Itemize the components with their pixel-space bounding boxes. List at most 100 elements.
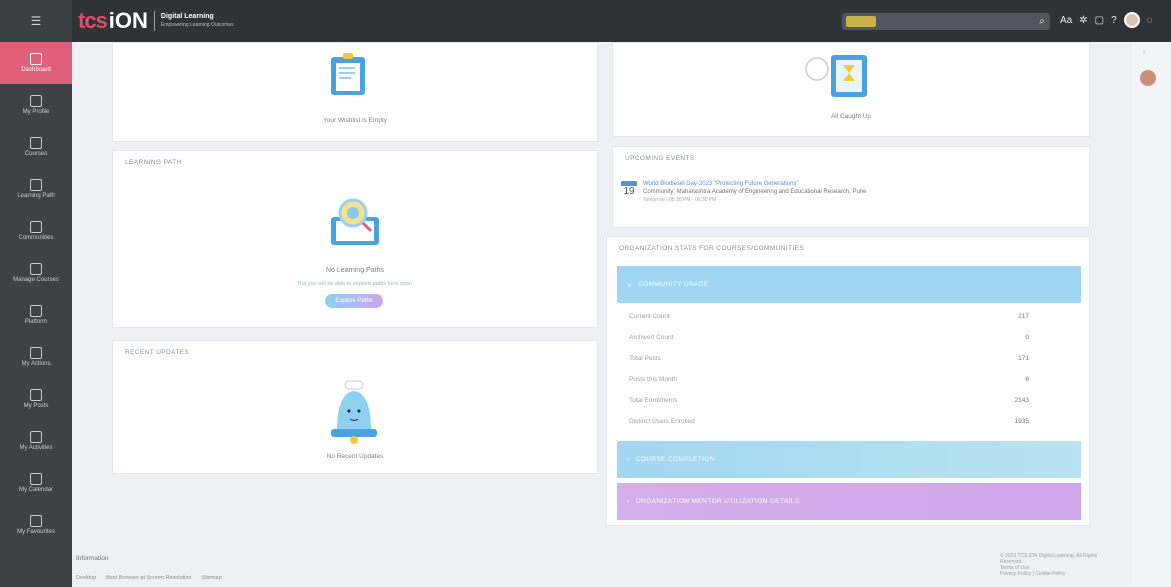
app-logo[interactable]: tcs iON Digital Learning Empowering Lear… [78,0,234,42]
stats-value: 0 [1025,334,1029,341]
stats-label: Distinct Users Enrolled [629,418,695,425]
hamburger-menu-button[interactable]: ☰ [0,0,72,42]
stats-value: 2143 [1014,397,1029,404]
sidebar: Dashboard My Profile Courses Learning Pa… [0,42,72,587]
stats-label: Total Enrolments [629,397,678,404]
sidebar-item-my-favourites[interactable]: My Favourites [0,504,72,546]
sidebar-item-label: My Activities [19,445,53,451]
footer-link-browser[interactable]: Best Browser at Screen Resolution [106,575,191,581]
help-icon[interactable]: ? [1111,15,1117,26]
sidebar-item-my-posts[interactable]: My Posts [0,378,72,420]
edit-icon [30,389,42,401]
search-box: ⌕ [842,13,1050,30]
top-right-actions: Aa ✲ ▢ ? ◌ [1060,12,1153,28]
dashboard-icon [30,53,42,65]
privacy-link[interactable]: Privacy Policy | Cookie Policy [1000,571,1110,577]
grid-icon [30,305,42,317]
stats-row: Current Count 217 [629,313,1029,320]
actions-icon [30,347,42,359]
top-bar: ☰ tcs iON Digital Learning Empowering Le… [0,0,1171,42]
sidebar-item-label: My Profile [22,109,50,115]
sidebar-item-manage-courses[interactable]: Manage Courses [0,252,72,294]
footer-link-sitemap[interactable]: Sitemap [201,575,221,581]
power-icon[interactable]: ◌ [1147,15,1153,26]
user-avatar[interactable] [1123,12,1140,28]
sidebar-item-label: My Actions [21,361,51,367]
upcoming-events-title: UPCOMING EVENTS [625,155,695,162]
event-time: Tomorrow | 05:30 PM - 06:30 PM [643,197,717,203]
calendar-icon [30,473,42,485]
font-size-icon[interactable]: Aa [1060,15,1072,26]
stats-value: 1935 [1014,418,1029,425]
community-usage-accordion[interactable]: ∨ COMMUNITY USAGE [617,266,1081,303]
chevron-right-icon: › [627,456,630,463]
logo-divider [153,11,155,31]
sidebar-item-my-calendar[interactable]: My Calendar [0,462,72,504]
org-mentor-accordion[interactable]: › ORGANIZATION MENTOR UTILIZATION DETAIL… [617,483,1081,520]
sidebar-item-my-profile[interactable]: My Profile [0,84,72,126]
sidebar-item-my-activities[interactable]: My Activities [0,420,72,462]
stats-value: 6 [1025,376,1029,383]
logo-tagline-line2: Empowering Learning Outcomes [160,22,234,28]
menu-icon: ☰ [30,14,42,28]
learning-path-illustration [331,198,379,245]
org-mentor-label: ORGANIZATION MENTOR UTILIZATION DETAILS [635,498,800,505]
bell-illustration [331,380,377,444]
logo-tagline: Digital Learning Empowering Learning Out… [161,13,234,29]
course-completion-accordion[interactable]: › COURSE COMPLETION [617,441,1081,478]
event-title[interactable]: World Biodiesel Day-2023 "Protecting Fut… [643,180,866,188]
chevron-right-icon: › [627,498,630,505]
settings-icon[interactable]: ✲ [1079,15,1087,26]
sidebar-item-courses[interactable]: Courses [0,126,72,168]
community-usage-label: COMMUNITY USAGE [638,281,709,288]
stats-row: Archived Count 0 [629,334,1029,341]
stats-value: 217 [1018,313,1029,320]
sidebar-item-label: My Favourites [17,529,55,535]
stats-label: Archived Count [629,334,674,341]
sidebar-item-communities[interactable]: Communities [0,210,72,252]
user-icon [30,95,42,107]
wishlist-empty-text: Your Wishlist is Empty [322,117,388,124]
notifications-card: All Caught Up [612,42,1090,137]
collapse-chevron-icon[interactable]: ‹ [1143,47,1146,56]
event-item[interactable]: World Biodiesel Day-2023 "Protecting Fut… [643,180,866,204]
logo-tagline-line1: Digital Learning [160,13,214,20]
clipboard-icon [30,431,42,443]
sidebar-item-my-actions[interactable]: My Actions [0,336,72,378]
wishlist-card: Your Wishlist is Empty [112,42,598,142]
stats-row: Total Enrolments 2143 [629,397,1029,404]
book-icon [30,137,42,149]
upcoming-events-card: UPCOMING EVENTS 19 World Biodiesel Day-2… [612,146,1090,228]
footer-links: Desktop Best Browser at Screen Resolutio… [76,575,222,581]
search-scope-dropdown[interactable] [846,16,876,27]
recent-updates-title: RECENT UPDATES [125,349,190,356]
event-date-badge: 19 [621,181,637,201]
all-caught-up-illustration [805,55,867,97]
learning-path-card: LEARNING PATH No Learning Paths But you … [112,150,598,328]
search-input[interactable] [876,13,1034,30]
learning-path-title: LEARNING PATH [125,159,182,166]
chevron-down-icon: ∨ [627,281,633,289]
event-day: 19 [623,186,635,197]
explore-paths-button[interactable]: Explore Paths [325,294,383,308]
copyright-text: © 2023 TCS iON Digital Learning. All Rig… [1000,553,1098,565]
footer-link-desktop[interactable]: Desktop [76,575,96,581]
sidebar-item-label: Platform [24,319,48,325]
logo-ion: iON [108,8,148,33]
course-completion-label: COURSE COMPLETION [635,456,715,463]
chat-avatar[interactable] [1140,70,1156,86]
stats-row: Distinct Users Enrolled 1935 [629,418,1029,425]
stats-row: Total Posts 171 [629,355,1029,362]
notifications-icon[interactable]: ▢ [1095,15,1104,26]
stats-label: Posts this Month [629,376,678,383]
sidebar-item-platform[interactable]: Platform [0,294,72,336]
recent-updates-card: RECENT UPDATES No Recent Updates [112,340,598,474]
search-icon[interactable]: ⌕ [1034,16,1050,27]
sidebar-item-label: Learning Path [17,193,55,199]
manage-icon [30,263,42,275]
event-community: Community: Maharashtra Academy of Engine… [643,189,867,195]
community-icon [30,221,42,233]
sidebar-item-learning-path[interactable]: Learning Path [0,168,72,210]
sidebar-item-dashboard[interactable]: Dashboard [0,42,72,84]
sidebar-item-label: Manage Courses [13,277,59,283]
